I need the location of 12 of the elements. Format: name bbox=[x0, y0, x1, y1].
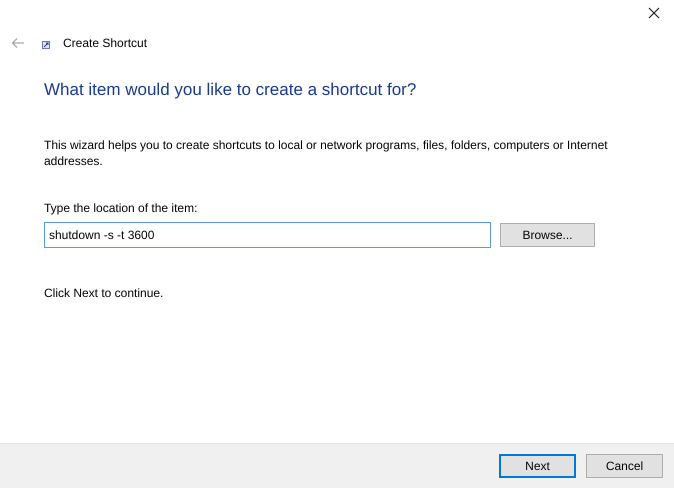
dialog-button[interactable]: Next bbox=[499, 454, 576, 478]
location-label: Type the location of the item: bbox=[44, 200, 198, 216]
instruction-text: Click Next to continue. bbox=[44, 284, 164, 302]
location-field[interactable]: shutdown -s -t 3600 bbox=[44, 222, 491, 248]
close-icon bbox=[648, 7, 660, 19]
window-title: Create Shortcut bbox=[63, 35, 148, 52]
shortcut-icon bbox=[42, 41, 50, 49]
back-arrow-icon bbox=[11, 37, 25, 49]
description-text: This wizard helps you to create shortcuts to local or network programs, files, folders, computers or Internet addresses. bbox=[44, 136, 609, 168]
wizard-heading: What item would you like to create a shortcut for? bbox=[44, 79, 418, 101]
browse-button[interactable]: Browse... bbox=[500, 222, 595, 246]
dialog-button[interactable]: Cancel bbox=[586, 454, 663, 478]
